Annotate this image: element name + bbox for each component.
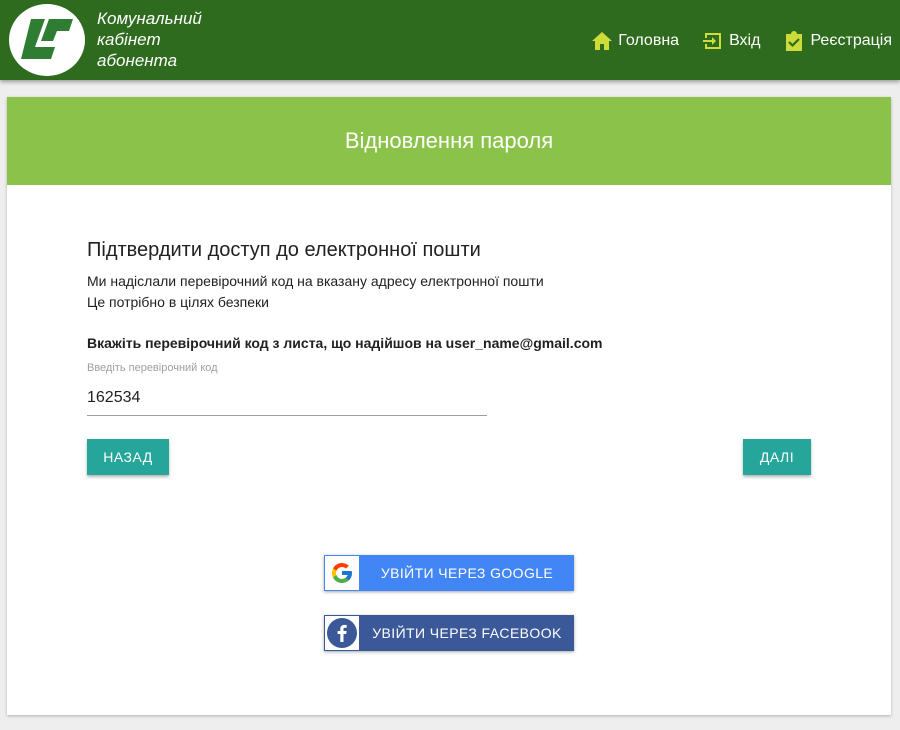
description-line-2: Це потрібно в цілях безпеки — [87, 294, 269, 310]
main-nav: Головна Вхід Реєстрація — [568, 28, 892, 54]
nav-label-register: Реєстрація — [810, 32, 892, 49]
brand-line-1: Комунальний — [97, 9, 202, 28]
brand-line-2: кабінет — [97, 30, 161, 49]
nav-item-home[interactable]: Головна — [592, 28, 679, 54]
nav-label-login: Вхід — [729, 32, 761, 49]
verification-code-input[interactable] — [87, 381, 487, 416]
back-button[interactable]: НАЗАД — [87, 439, 169, 475]
section-title: Підтвердити доступ до електронної пошти — [87, 239, 481, 261]
clipboard-check-icon — [786, 31, 803, 51]
card-header: Відновлення пароля — [7, 97, 891, 185]
card-title: Відновлення пароля — [344, 128, 554, 153]
facebook-login-label: УВІЙТИ ЧЕРЕЗ FACEBOOK — [372, 625, 562, 641]
home-icon — [592, 32, 613, 50]
password-recovery-card: Відновлення пароля Підтвердити доступ до… — [7, 97, 891, 715]
nav-label-home: Головна — [618, 32, 680, 49]
nav-item-register[interactable]: Реєстрація — [784, 28, 892, 54]
logo-icon — [21, 19, 73, 59]
next-button[interactable]: ДАЛІ — [743, 439, 811, 475]
code-field-label: Введіть перевірочний код — [87, 362, 218, 374]
google-login-button[interactable]: УВІЙТИ ЧЕРЕЗ GOOGLE — [324, 555, 574, 591]
logo[interactable] — [9, 4, 85, 76]
top-bar: Комунальний кабінет абонента Головна Вхі… — [0, 0, 900, 80]
facebook-icon — [327, 618, 357, 648]
description-line-1: Ми надіслали перевірочний код на вказану… — [87, 273, 544, 289]
brand-line-3: абонента — [97, 51, 178, 70]
facebook-login-button[interactable]: УВІЙТИ ЧЕРЕЗ FACEBOOK — [324, 615, 574, 651]
nav-item-login[interactable]: Вхід — [703, 28, 760, 54]
google-login-label: УВІЙТИ ЧЕРЕЗ GOOGLE — [380, 565, 554, 581]
facebook-icon-box — [324, 615, 360, 651]
google-icon — [332, 563, 352, 583]
google-icon-box — [324, 555, 360, 591]
brand-title: Комунальний кабінет абонента — [97, 8, 257, 71]
login-icon — [703, 33, 722, 49]
code-instruction: Вкажіть перевірочний код з листа, що над… — [87, 335, 603, 351]
